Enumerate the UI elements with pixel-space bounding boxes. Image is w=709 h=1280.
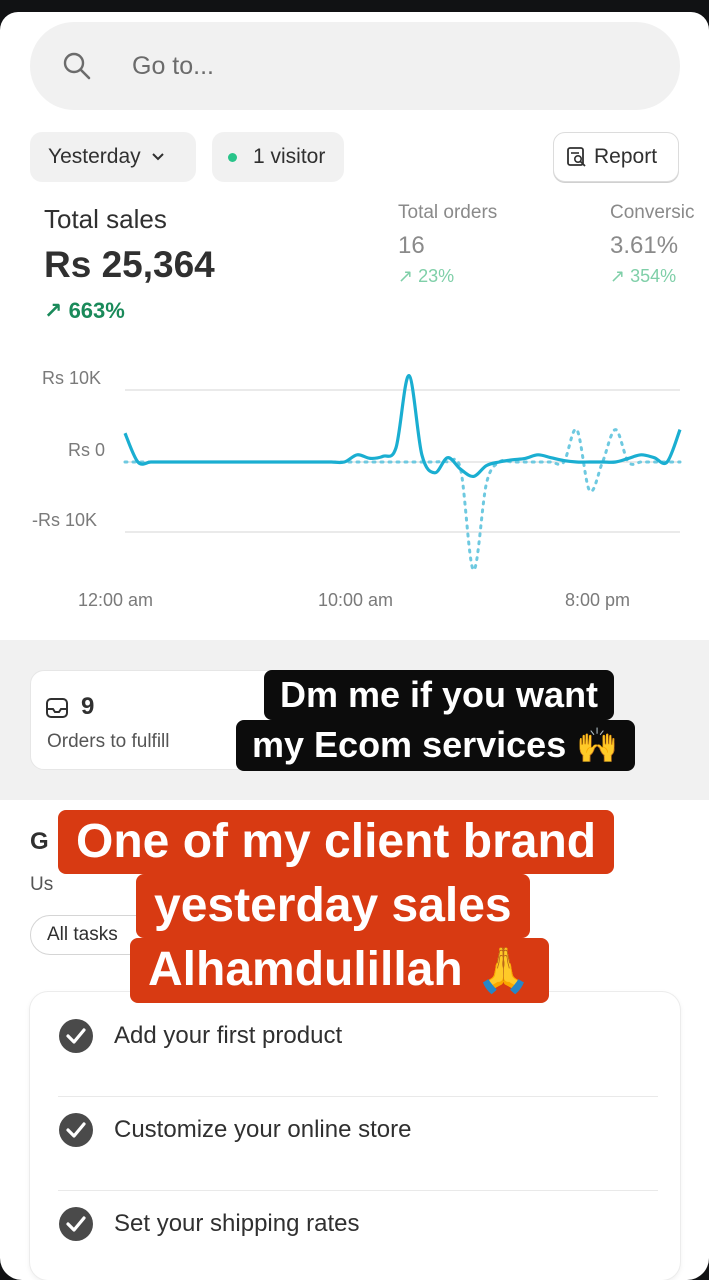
caption-red-line1: One of my client brand bbox=[58, 810, 615, 874]
orders-to-fulfill-count: 9 bbox=[81, 693, 95, 720]
search-placeholder: Go to... bbox=[132, 51, 214, 80]
divider bbox=[58, 1096, 658, 1097]
x-tick-label: 12:00 am bbox=[78, 590, 154, 610]
conversion-value: 3.61% bbox=[610, 232, 679, 259]
checkmark-circle-icon bbox=[59, 1113, 93, 1147]
task-item[interactable]: Set your shipping rates bbox=[58, 1194, 658, 1254]
total-sales-label: Total sales bbox=[44, 204, 167, 234]
live-visitors-chip[interactable]: 1 visitor bbox=[212, 132, 344, 182]
date-range-dropdown[interactable]: Yesterday bbox=[30, 132, 196, 182]
arrow-up-right-icon: ↗ bbox=[44, 298, 63, 323]
total-orders-value: 16 bbox=[398, 232, 425, 259]
live-dot-icon bbox=[228, 152, 237, 162]
conversion-label: Conversic bbox=[610, 202, 695, 223]
total-orders-change: ↗ 23% bbox=[398, 266, 454, 287]
caption-dm-line2: my Ecom services 🙌 bbox=[236, 720, 635, 771]
report-icon bbox=[567, 147, 586, 167]
total-orders-change-value: 23% bbox=[418, 266, 455, 286]
search-bar[interactable]: Go to... bbox=[30, 22, 680, 110]
comparison-series-line bbox=[123, 427, 682, 572]
total-orders-label: Total orders bbox=[398, 202, 498, 223]
arrow-up-right-icon: ↗ bbox=[398, 266, 414, 286]
conversion-change-value: 354% bbox=[630, 266, 677, 286]
caption-red-line2: yesterday sales bbox=[136, 874, 530, 938]
checkmark-circle-icon bbox=[59, 1019, 93, 1053]
mobile-screen: Go to... Yesterday 1 visitor Report Tota… bbox=[0, 12, 709, 1280]
caption-red-line3: Alhamdulillah 🙏 bbox=[130, 938, 549, 1003]
total-sales-value: Rs 25,364 bbox=[44, 244, 215, 285]
caption-dm-line2-text: my Ecom services bbox=[252, 724, 567, 765]
sales-line-chart bbox=[123, 373, 682, 572]
task-label: Set your shipping rates bbox=[114, 1210, 360, 1237]
setup-task-list: Add your first product Customize your on… bbox=[30, 992, 680, 1280]
task-label: Add your first product bbox=[114, 1022, 343, 1049]
task-item[interactable]: Add your first product bbox=[58, 1006, 658, 1066]
checkmark-circle-icon bbox=[59, 1207, 93, 1241]
caption-dm-line1: Dm me if you want bbox=[264, 670, 615, 720]
praying-hands-icon: 🙏 bbox=[476, 945, 531, 996]
visitors-label: 1 visitor bbox=[253, 145, 326, 168]
total-sales-change: ↗ 663% bbox=[44, 298, 125, 324]
orders-to-fulfill-label: Orders to fulfill bbox=[47, 731, 170, 752]
x-tick-label: 8:00 pm bbox=[565, 590, 631, 610]
inbox-icon bbox=[46, 698, 68, 718]
caption-red-line3-text: Alhamdulillah bbox=[148, 943, 463, 996]
arrow-up-right-icon: ↗ bbox=[610, 266, 626, 286]
chevron-down-icon bbox=[151, 153, 164, 161]
getting-started-title: G bbox=[30, 828, 49, 855]
getting-started-subtitle: Us bbox=[30, 874, 54, 895]
divider bbox=[58, 1190, 658, 1191]
all-tasks-label: All tasks bbox=[47, 924, 118, 945]
task-item[interactable]: Customize your online store bbox=[58, 1100, 658, 1160]
search-icon bbox=[63, 52, 91, 80]
task-label: Customize your online store bbox=[114, 1116, 412, 1143]
total-sales-change-value: 663% bbox=[68, 298, 125, 323]
date-range-label: Yesterday bbox=[48, 145, 141, 168]
conversion-change: ↗ 354% bbox=[610, 266, 676, 287]
report-label: Report bbox=[594, 145, 658, 168]
raised-hands-icon: 🙌 bbox=[576, 726, 619, 766]
report-button[interactable]: Report bbox=[553, 132, 679, 182]
x-tick-label: 10:00 am bbox=[318, 590, 394, 610]
